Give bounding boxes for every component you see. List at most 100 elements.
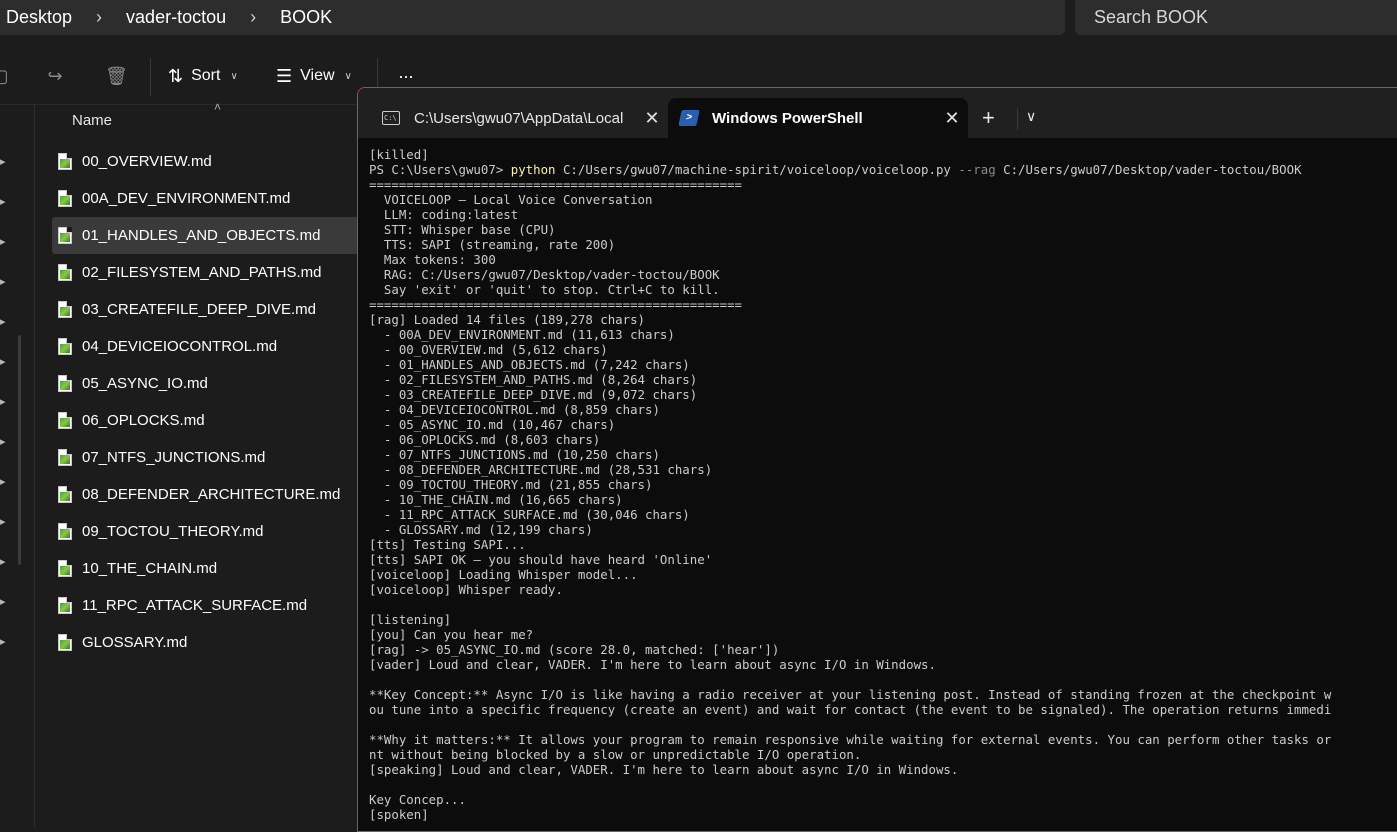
console-line: [speaking] Loud and clear, VADER. I'm he… xyxy=(369,762,959,777)
tab-cmd[interactable]: C:\ C:\Users\gwu07\AppData\Local ✕ xyxy=(368,98,668,138)
file-row[interactable]: 07_NTFS_JUNCTIONS.md xyxy=(52,439,362,476)
tab-title: Windows PowerShell xyxy=(712,109,863,127)
breadcrumb-chevron-icon: › xyxy=(96,7,103,27)
file-row[interactable]: 10_THE_CHAIN.md xyxy=(52,550,362,587)
console-line: - 02_FILESYSTEM_AND_PATHS.md (8,264 char… xyxy=(369,372,698,387)
file-row[interactable]: 02_FILESYSTEM_AND_PATHS.md xyxy=(52,254,362,291)
console-line: Key Concep... xyxy=(369,792,466,807)
file-row[interactable]: GLOSSARY.md xyxy=(52,624,362,661)
file-name: 03_CREATEFILE_DEEP_DIVE.md xyxy=(82,301,316,318)
sort-button[interactable]: ⇅ Sort ∨ xyxy=(168,64,238,88)
tab-title: C:\Users\gwu07\AppData\Local xyxy=(414,109,624,127)
column-header-name[interactable]: Name xyxy=(72,112,112,129)
console-line: [voiceloop] Loading Whisper model... xyxy=(369,567,638,582)
console-output[interactable]: [killed] PS C:\Users\gwu07> python C:/Us… xyxy=(369,147,1397,822)
console-line: [vader] Loud and clear, VADER. I'm here … xyxy=(369,657,936,672)
file-row[interactable]: 05_ASYNC_IO.md xyxy=(52,365,362,402)
console-line: ========================================… xyxy=(369,177,742,192)
console-line: ========================================… xyxy=(369,297,742,312)
expand-arrow-icon[interactable]: ▸ xyxy=(0,635,8,649)
expand-arrow-icon[interactable]: ▸ xyxy=(0,315,8,329)
prompt-arg: C:/Users/gwu07/Desktop/vader-toctou/BOOK xyxy=(995,162,1302,177)
expand-arrow-icon[interactable]: ▸ xyxy=(0,235,8,249)
console-line: ou tune into a specific frequency (creat… xyxy=(369,702,1332,717)
console-line: [tts] SAPI OK — you should have heard 'O… xyxy=(369,552,713,567)
console-line: [listening] xyxy=(369,612,452,627)
tab-powershell[interactable]: > Windows PowerShell ✕ xyxy=(668,98,968,138)
console-line: Say 'exit' or 'quit' to stop. Ctrl+C to … xyxy=(369,282,720,297)
expand-arrow-icon[interactable]: ▸ xyxy=(0,435,8,449)
breadcrumb-vader-toctou[interactable]: vader-toctou xyxy=(120,7,232,28)
console-line: - 07_NTFS_JUNCTIONS.md (10,250 chars) xyxy=(369,447,660,462)
expand-arrow-icon[interactable]: ▸ xyxy=(0,275,8,289)
console-line: VOICELOOP — Local Voice Conversation xyxy=(369,192,653,207)
file-name: 09_TOCTOU_THEORY.md xyxy=(82,523,264,540)
search-input[interactable]: Search BOOK xyxy=(1075,0,1397,35)
file-row[interactable]: 06_OPLOCKS.md xyxy=(52,402,362,439)
share-icon[interactable]: ↪ xyxy=(45,66,65,86)
console-line: - 03_CREATEFILE_DEEP_DIVE.md (9,072 char… xyxy=(369,387,698,402)
file-row[interactable]: 04_DEVICEIOCONTROL.md xyxy=(52,328,362,365)
breadcrumb-chevron-icon: › xyxy=(250,7,257,27)
terminal-window: C:\ C:\Users\gwu07\AppData\Local ✕ > Win… xyxy=(357,87,1397,832)
markdown-file-icon xyxy=(58,634,72,651)
expand-arrow-icon[interactable]: ▸ xyxy=(0,555,8,569)
expand-arrow-icon[interactable]: ▸ xyxy=(0,515,8,529)
expand-arrow-icon[interactable]: ▸ xyxy=(0,355,8,369)
search-placeholder: Search BOOK xyxy=(1094,7,1209,27)
view-label: View xyxy=(300,67,335,84)
breadcrumb-book[interactable]: BOOK xyxy=(274,7,338,28)
expand-arrow-icon[interactable]: ▸ xyxy=(0,395,8,409)
prompt-arg: C:/Users/gwu07/machine-spirit/voiceloop/… xyxy=(555,162,959,177)
view-button[interactable]: ☰ View ∨ xyxy=(276,64,352,88)
cmd-icon: C:\ xyxy=(382,111,400,125)
copy-icon[interactable]: ▢ xyxy=(0,66,10,86)
file-row[interactable]: 11_RPC_ATTACK_SURFACE.md xyxy=(52,587,362,624)
file-row[interactable]: 00_OVERVIEW.md xyxy=(52,143,362,180)
console-line: [killed] xyxy=(369,147,429,162)
expand-arrow-icon[interactable]: ▸ xyxy=(0,595,8,609)
prompt-flag: --rag xyxy=(958,162,996,177)
file-row[interactable]: 03_CREATEFILE_DEEP_DIVE.md xyxy=(52,291,362,328)
address-bar[interactable]: Desktop › vader-toctou › BOOK xyxy=(0,0,1065,35)
powershell-icon: > xyxy=(678,110,700,126)
expand-arrow-icon[interactable]: ▸ xyxy=(0,475,8,489)
close-icon[interactable]: ✕ xyxy=(936,108,968,129)
file-name: 06_OPLOCKS.md xyxy=(82,412,205,429)
file-name: 04_DEVICEIOCONTROL.md xyxy=(82,338,278,355)
file-row[interactable]: 00A_DEV_ENVIRONMENT.md xyxy=(52,180,362,217)
sort-icon: ⇅ xyxy=(168,65,184,86)
markdown-file-icon xyxy=(58,597,72,614)
view-icon: ☰ xyxy=(276,65,293,86)
dropdown-chevron-icon[interactable]: ∨ xyxy=(1026,108,1036,125)
markdown-file-icon xyxy=(58,264,72,281)
new-tab-button[interactable]: + xyxy=(982,106,995,130)
console-line: RAG: C:/Users/gwu07/Desktop/vader-toctou… xyxy=(369,267,720,282)
delete-icon[interactable]: 🗑 xyxy=(105,66,128,86)
console-line: - 10_THE_CHAIN.md (16,665 chars) xyxy=(369,492,623,507)
close-icon[interactable]: ✕ xyxy=(636,108,668,129)
expand-arrow-icon[interactable]: ▸ xyxy=(0,195,8,209)
console-line: - 04_DEVICEIOCONTROL.md (8,859 chars) xyxy=(369,402,660,417)
file-name: 11_RPC_ATTACK_SURFACE.md xyxy=(82,597,308,614)
file-name: 05_ASYNC_IO.md xyxy=(82,375,208,392)
console-line: [you] Can you hear me? xyxy=(369,627,534,642)
file-name: 10_THE_CHAIN.md xyxy=(82,560,218,577)
console-line: [rag] -> 05_ASYNC_IO.md (score 28.0, mat… xyxy=(369,642,780,657)
chevron-down-icon: ∨ xyxy=(230,70,238,82)
markdown-file-icon xyxy=(58,227,72,244)
navigation-pane[interactable]: ▸ ▸ ▸ ▸ ▸ ▸ ▸ ▸ ▸ ▸ ▸ ▸ ▸ xyxy=(0,105,35,827)
markdown-file-icon xyxy=(58,560,72,577)
console-line: LLM: coding:latest xyxy=(369,207,519,222)
file-name: 07_NTFS_JUNCTIONS.md xyxy=(82,449,266,466)
chevron-down-icon: ∨ xyxy=(344,70,352,82)
file-row[interactable]: 01_HANDLES_AND_OBJECTS.md xyxy=(52,217,362,254)
console-line: - 00_OVERVIEW.md (5,612 chars) xyxy=(369,342,608,357)
expand-arrow-icon[interactable]: ▸ xyxy=(0,155,8,169)
file-row[interactable]: 08_DEFENDER_ARCHITECTURE.md xyxy=(52,476,362,513)
console-line: nt without being blocked by a slow or un… xyxy=(369,747,862,762)
file-row[interactable]: 09_TOCTOU_THEORY.md xyxy=(52,513,362,550)
more-options-button[interactable]: ··· xyxy=(398,64,414,88)
console-line: - 01_HANDLES_AND_OBJECTS.md (7,242 chars… xyxy=(369,357,690,372)
breadcrumb-desktop[interactable]: Desktop xyxy=(0,7,78,28)
